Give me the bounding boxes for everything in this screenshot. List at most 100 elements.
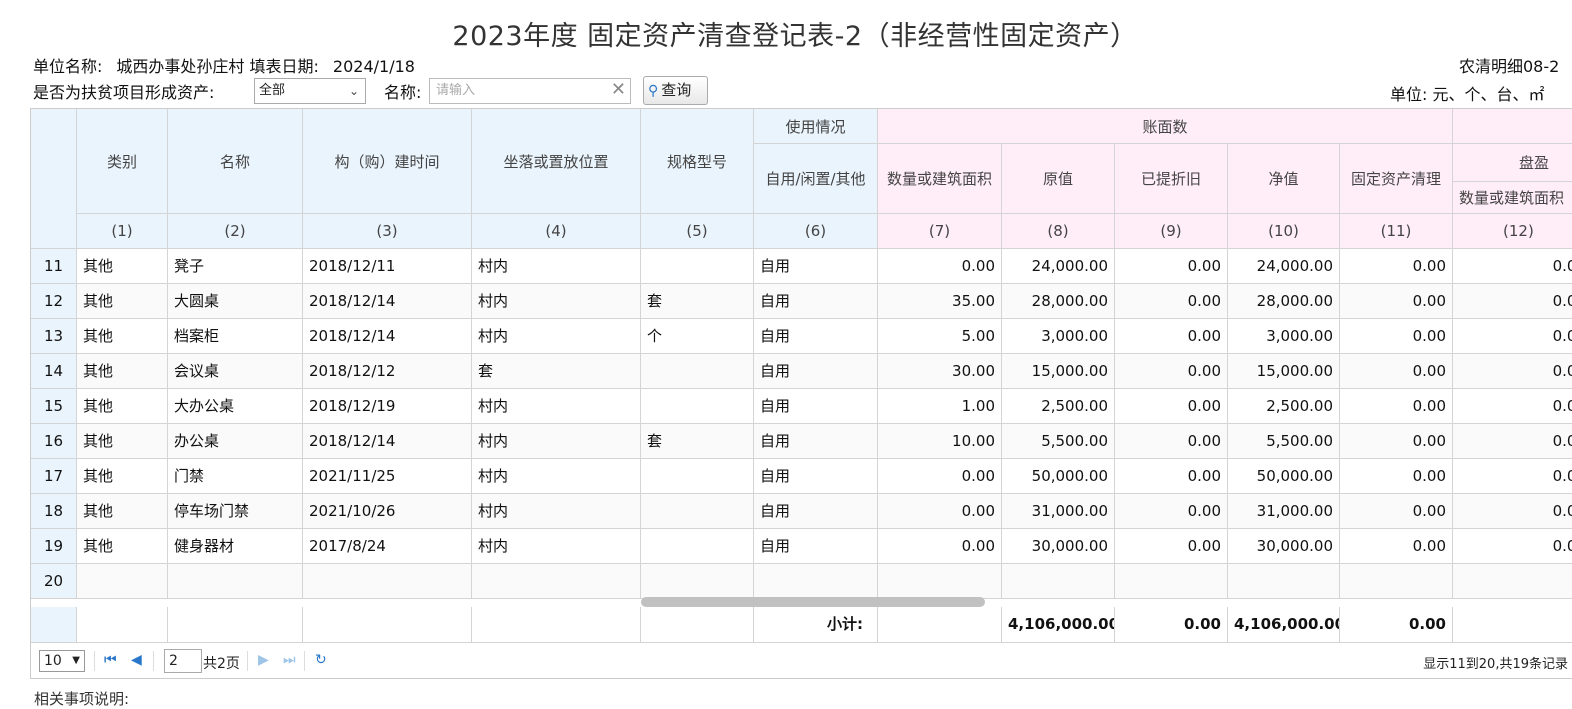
cell-spec xyxy=(641,459,754,494)
cell-spec xyxy=(641,389,754,424)
cell-clearing xyxy=(1340,564,1453,599)
cell-build-time: 2018/12/12 xyxy=(303,354,472,389)
cell-depreciation: 0.00 xyxy=(1115,529,1228,564)
query-button-label: 查询 xyxy=(661,81,692,99)
cell-clearing: 0.00 xyxy=(1340,494,1453,529)
cell-inv-qty: 0.00 xyxy=(1453,494,1572,529)
first-page-icon[interactable]: ⏮ xyxy=(104,652,117,668)
header-inv-qty: 数量或建筑面积 xyxy=(1453,182,1572,214)
header-index: (1) xyxy=(77,214,168,249)
last-page-icon[interactable]: ⏭ xyxy=(283,652,296,668)
cell-location: 村内 xyxy=(472,529,641,564)
poverty-filter-value: 全部 xyxy=(259,83,286,98)
cell-original: 3,000.00 xyxy=(1002,319,1115,354)
cell-name: 凳子 xyxy=(168,249,303,284)
search-icon: ⚲ xyxy=(648,83,659,99)
cell-location: 村内 xyxy=(472,284,641,319)
page-size-select[interactable]: 10 ▼ xyxy=(39,650,85,672)
cell-original: 2,500.00 xyxy=(1002,389,1115,424)
cell-usage xyxy=(754,564,878,599)
cell-clearing: 0.00 xyxy=(1340,249,1453,284)
clear-icon[interactable]: ✕ xyxy=(611,78,626,102)
cell-depreciation: 0.00 xyxy=(1115,494,1228,529)
cell-clearing: 0.00 xyxy=(1340,319,1453,354)
header-net: 净值 xyxy=(1228,144,1340,214)
cell-location: 村内 xyxy=(472,494,641,529)
header-index: (10) xyxy=(1228,214,1340,249)
cell-spec: 个 xyxy=(641,319,754,354)
header-build-time: 构（购）建时间 xyxy=(303,109,472,214)
name-filter-label: 名称: xyxy=(384,83,422,102)
date-label: 填表日期: xyxy=(249,57,319,76)
cell-net: 28,000.00 xyxy=(1228,284,1340,319)
unit-label: 单位名称: xyxy=(33,57,103,76)
cell-build-time: 2018/12/11 xyxy=(303,249,472,284)
cell-qty: 0.00 xyxy=(878,529,1002,564)
header-spec: 规格型号 xyxy=(641,109,754,214)
next-page-icon[interactable]: ▶ xyxy=(258,652,269,668)
cell-qty: 5.00 xyxy=(878,319,1002,354)
cell-spec xyxy=(641,529,754,564)
subtotal-clearing: 0.00 xyxy=(1340,607,1453,643)
pager-divider xyxy=(94,651,95,671)
cell-original: 50,000.00 xyxy=(1002,459,1115,494)
row-number: 15 xyxy=(31,389,77,424)
header-index: (12) xyxy=(1453,214,1572,249)
horizontal-scrollbar[interactable] xyxy=(641,597,985,607)
cell-build-time xyxy=(303,564,472,599)
cell-original: 24,000.00 xyxy=(1002,249,1115,284)
name-search-input[interactable]: 请输入 ✕ xyxy=(429,78,631,104)
cell-build-time: 2021/10/26 xyxy=(303,494,472,529)
cell-build-time: 2018/12/14 xyxy=(303,284,472,319)
pager-divider xyxy=(247,651,248,671)
cell-net: 15,000.00 xyxy=(1228,354,1340,389)
cell-depreciation: 0.00 xyxy=(1115,459,1228,494)
cell-net: 30,000.00 xyxy=(1228,529,1340,564)
prev-page-icon[interactable]: ◀ xyxy=(131,652,142,668)
cell-depreciation xyxy=(1115,564,1228,599)
cell-net: 50,000.00 xyxy=(1228,459,1340,494)
subtotal-depreciation: 0.00 xyxy=(1115,607,1228,643)
cell-spec xyxy=(641,564,754,599)
cell-usage: 自用 xyxy=(754,249,878,284)
cell-qty: 0.00 xyxy=(878,459,1002,494)
cell-original: 5,500.00 xyxy=(1002,424,1115,459)
cell-category: 其他 xyxy=(77,459,168,494)
cell-location: 村内 xyxy=(472,389,641,424)
cell-name: 大办公桌 xyxy=(168,389,303,424)
cell-qty: 1.00 xyxy=(878,389,1002,424)
cell-name: 健身器材 xyxy=(168,529,303,564)
current-page-input[interactable]: 2 xyxy=(164,649,202,673)
pagination-bar: 10 ▼ ⏮ ◀ 2 共2页 ▶ ⏭ ↻ 显示11到20,共19条记录 xyxy=(30,643,1572,679)
poverty-filter-select[interactable]: 全部 ⌄ xyxy=(254,78,366,104)
cell-inv-qty: 0.00 xyxy=(1453,249,1572,284)
refresh-icon[interactable]: ↻ xyxy=(315,652,327,668)
cell-inv-qty: 0.00 xyxy=(1453,459,1572,494)
header-index: (11) xyxy=(1340,214,1453,249)
cell-usage: 自用 xyxy=(754,389,878,424)
query-button[interactable]: ⚲ 查询 xyxy=(643,76,708,105)
row-number: 11 xyxy=(31,249,77,284)
cell-name: 会议桌 xyxy=(168,354,303,389)
cell-build-time: 2017/8/24 xyxy=(303,529,472,564)
header-index: (8) xyxy=(1002,214,1115,249)
cell-qty: 0.00 xyxy=(878,494,1002,529)
cell-inv-qty: 0.00 xyxy=(1453,424,1572,459)
page-title: 2023年度 固定资产清查登记表-2（非经营性固定资产） xyxy=(452,21,1138,52)
cell-name xyxy=(168,564,303,599)
cell-net: 24,000.00 xyxy=(1228,249,1340,284)
cell-build-time: 2018/12/14 xyxy=(303,424,472,459)
cell-qty xyxy=(878,564,1002,599)
cell-spec xyxy=(641,249,754,284)
header-name: 名称 xyxy=(168,109,303,214)
cell-clearing: 0.00 xyxy=(1340,284,1453,319)
pager-divider xyxy=(153,651,154,671)
units-note: 单位: 元、个、台、㎡ xyxy=(1390,85,1545,104)
header-index: (2) xyxy=(168,214,303,249)
related-notes-label: 相关事项说明: xyxy=(34,690,130,708)
total-pages: 共2页 xyxy=(203,656,240,672)
cell-net: 31,000.00 xyxy=(1228,494,1340,529)
cell-location: 村内 xyxy=(472,424,641,459)
cell-depreciation: 0.00 xyxy=(1115,354,1228,389)
cell-clearing: 0.00 xyxy=(1340,354,1453,389)
